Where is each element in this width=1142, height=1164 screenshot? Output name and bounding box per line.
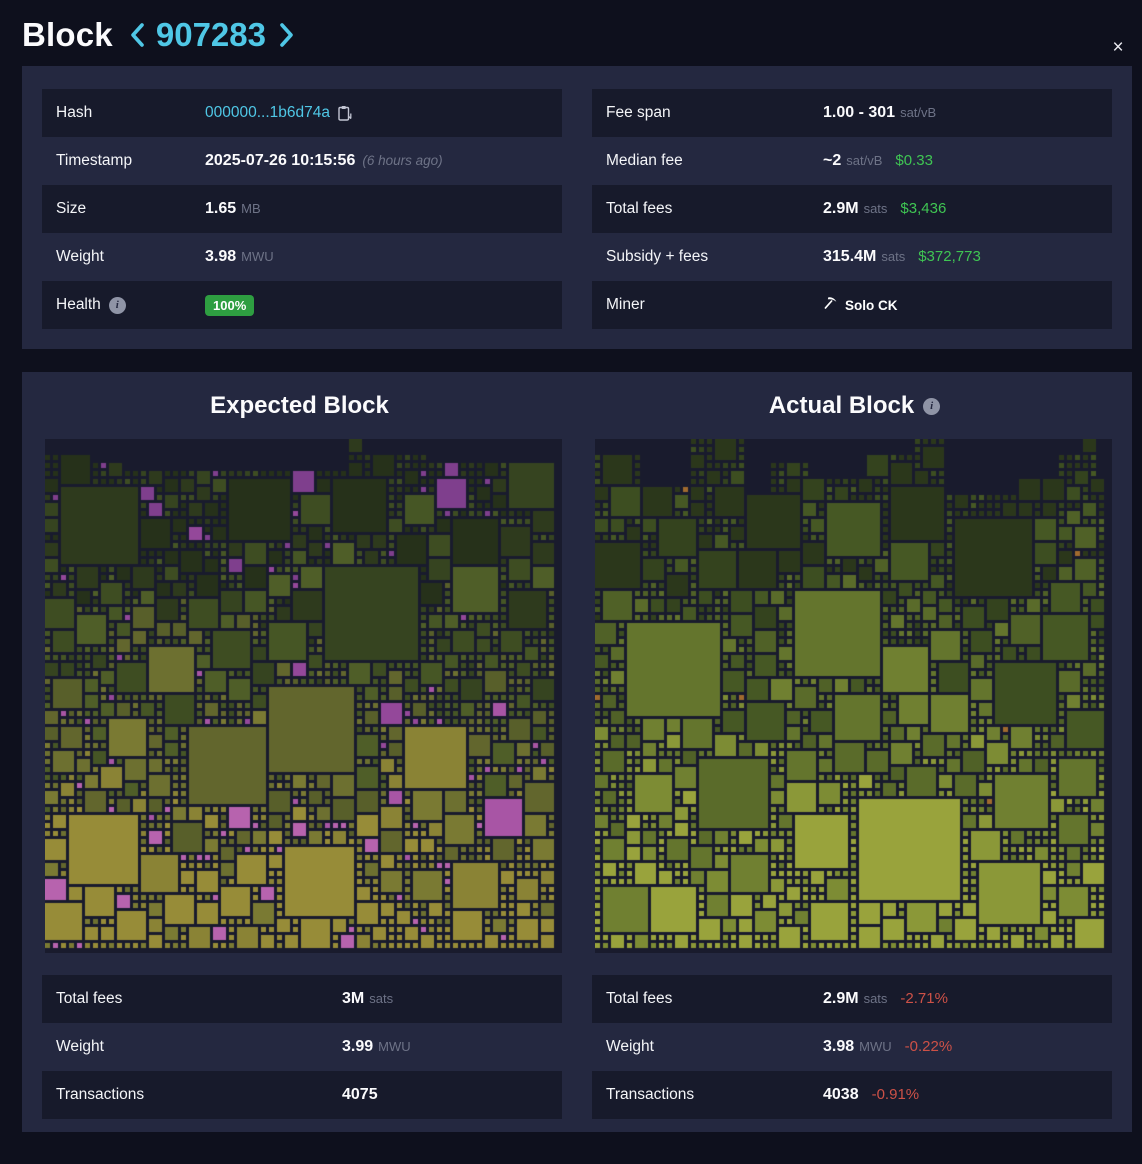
size-label: Size (56, 200, 205, 218)
total-fees-unit: sats (864, 201, 888, 216)
block-height: 907283 (156, 16, 266, 54)
actual-block-title: Actual Block i (577, 392, 1132, 420)
health-badge: 100% (205, 295, 254, 316)
weight-unit: MWU (241, 249, 274, 264)
table-row-weight: Weight 3.98 MWU (42, 233, 562, 281)
timestamp-ago: (6 hours ago) (362, 153, 442, 168)
weight-label: Weight (56, 248, 205, 266)
expected-weight-unit: MWU (378, 1039, 411, 1054)
size-unit: MB (241, 201, 261, 216)
subsidy-fees-value: 315.4M (823, 248, 876, 266)
table-row-miner: Miner Solo CK (592, 281, 1112, 329)
actual-txcount-label: Transactions (606, 1086, 823, 1104)
table-row-hash: Hash 000000...1b6d74a (42, 89, 562, 137)
fee-span-unit: sat/vB (900, 105, 936, 120)
table-row-actual-txcount: Transactions 4038 -0.91% (592, 1071, 1112, 1119)
summary-table-right: Fee span 1.00 - 301 sat/vB Median fee ~2… (592, 89, 1112, 329)
total-fees-label: Total fees (606, 200, 823, 218)
weight-value: 3.98 (205, 248, 236, 266)
page-header: Block 907283 (0, 0, 1142, 66)
expected-fees-value: 3M (342, 990, 364, 1008)
subsidy-fees-label: Subsidy + fees (606, 248, 823, 266)
block-summary-panel: Hash 000000...1b6d74a Timestamp 2025-07-… (22, 66, 1132, 349)
size-value: 1.65 (205, 200, 236, 218)
actual-fees-label: Total fees (606, 990, 823, 1008)
actual-weight-label: Weight (606, 1038, 823, 1056)
block-comparison-panel: Expected Block Actual Block i Total fees… (22, 372, 1132, 1132)
expected-txcount-value: 4075 (342, 1086, 378, 1104)
median-fee-fiat: $0.33 (895, 152, 933, 169)
table-row-actual-weight: Weight 3.98 MWU -0.22% (592, 1023, 1112, 1071)
fee-span-value: 1.00 - 301 (823, 104, 895, 122)
expected-block-title: Expected Block (22, 392, 577, 420)
miner-link[interactable]: Solo CK (823, 295, 898, 315)
expected-weight-label: Weight (56, 1038, 342, 1056)
expected-stats-table: Total fees 3M sats Weight 3.99 MWU Trans… (42, 975, 562, 1119)
median-fee-unit: sat/vB (846, 153, 882, 168)
expected-block-treemap[interactable] (45, 439, 562, 953)
table-row-fee-span: Fee span 1.00 - 301 sat/vB (592, 89, 1112, 137)
median-fee-label: Median fee (606, 152, 823, 170)
summary-table-left: Hash 000000...1b6d74a Timestamp 2025-07-… (42, 89, 562, 329)
close-icon[interactable]: × (1106, 36, 1130, 60)
table-row-subsidy-fees: Subsidy + fees 315.4M sats $372,773 (592, 233, 1112, 281)
table-row-expected-weight: Weight 3.99 MWU (42, 1023, 562, 1071)
table-row-expected-fees: Total fees 3M sats (42, 975, 562, 1023)
subsidy-fees-unit: sats (881, 249, 905, 264)
actual-weight-value: 3.98 (823, 1038, 854, 1056)
actual-fees-value: 2.9M (823, 990, 859, 1008)
actual-weight-delta: -0.22% (905, 1038, 953, 1055)
table-row-actual-fees: Total fees 2.9M sats -2.71% (592, 975, 1112, 1023)
page-title: Block (22, 16, 113, 54)
hash-link[interactable]: 000000...1b6d74a (205, 104, 330, 122)
hash-label: Hash (56, 104, 205, 122)
chevron-left-icon[interactable] (129, 20, 146, 50)
total-fees-fiat: $3,436 (900, 200, 946, 217)
chevron-right-icon[interactable] (278, 20, 295, 50)
miner-name: Solo CK (845, 298, 898, 313)
actual-block-title-text: Actual Block (769, 392, 914, 420)
pickaxe-icon (823, 295, 838, 315)
table-row-expected-txcount: Transactions 4075 (42, 1071, 562, 1119)
median-fee-value: ~2 (823, 152, 841, 170)
expected-fees-unit: sats (369, 991, 393, 1006)
actual-txcount-delta: -0.91% (872, 1086, 920, 1103)
actual-fees-delta: -2.71% (900, 990, 948, 1007)
expected-block-title-text: Expected Block (210, 392, 389, 420)
timestamp-label: Timestamp (56, 152, 205, 170)
actual-weight-unit: MWU (859, 1039, 892, 1054)
subsidy-fees-fiat: $372,773 (918, 248, 981, 265)
expected-txcount-label: Transactions (56, 1086, 342, 1104)
health-label: Health (56, 296, 101, 314)
table-row-health: Health i 100% (42, 281, 562, 329)
info-icon[interactable]: i (109, 297, 126, 314)
expected-fees-label: Total fees (56, 990, 342, 1008)
timestamp-value: 2025-07-26 10:15:56 (205, 152, 355, 170)
table-row-median-fee: Median fee ~2 sat/vB $0.33 (592, 137, 1112, 185)
actual-fees-unit: sats (864, 991, 888, 1006)
total-fees-value: 2.9M (823, 200, 859, 218)
miner-label: Miner (606, 296, 823, 314)
actual-block-treemap[interactable] (595, 439, 1112, 953)
table-row-size: Size 1.65 MB (42, 185, 562, 233)
actual-stats-table: Total fees 2.9M sats -2.71% Weight 3.98 … (592, 975, 1112, 1119)
fee-span-label: Fee span (606, 104, 823, 122)
clipboard-icon[interactable] (338, 105, 352, 121)
info-icon[interactable]: i (923, 398, 940, 415)
actual-txcount-value: 4038 (823, 1086, 859, 1104)
expected-weight-value: 3.99 (342, 1038, 373, 1056)
table-row-total-fees: Total fees 2.9M sats $3,436 (592, 185, 1112, 233)
table-row-timestamp: Timestamp 2025-07-26 10:15:56 (6 hours a… (42, 137, 562, 185)
